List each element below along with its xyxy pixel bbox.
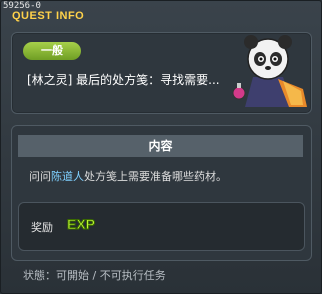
content-section-header: 内容 (18, 135, 303, 157)
quest-description: 问问陈道人处方笺上需要准备哪些药材。 (29, 168, 227, 184)
quest-category-badge: 一般 (23, 42, 81, 60)
quest-status: 状態：可開始 / 不可执行任务 (23, 269, 166, 282)
quest-title: [林之灵] 最后的处方笺：寻找需要... (27, 73, 220, 87)
desc-prefix: 问问 (29, 170, 51, 183)
desc-suffix: 处方笺上需要准备哪些药材。 (84, 170, 227, 183)
reward-box (18, 202, 305, 251)
quest-info-window: 59256-0 QUEST INFO 一般 [林之灵] 最后的处方笺：寻找需要.… (0, 0, 322, 294)
npc-name-link[interactable]: 陈道人 (51, 170, 84, 183)
reward-label: 奖励 (31, 221, 53, 234)
window-title: QUEST INFO (12, 10, 85, 22)
exp-reward-icon: EXP (66, 216, 96, 233)
npc-portrait (232, 35, 307, 107)
